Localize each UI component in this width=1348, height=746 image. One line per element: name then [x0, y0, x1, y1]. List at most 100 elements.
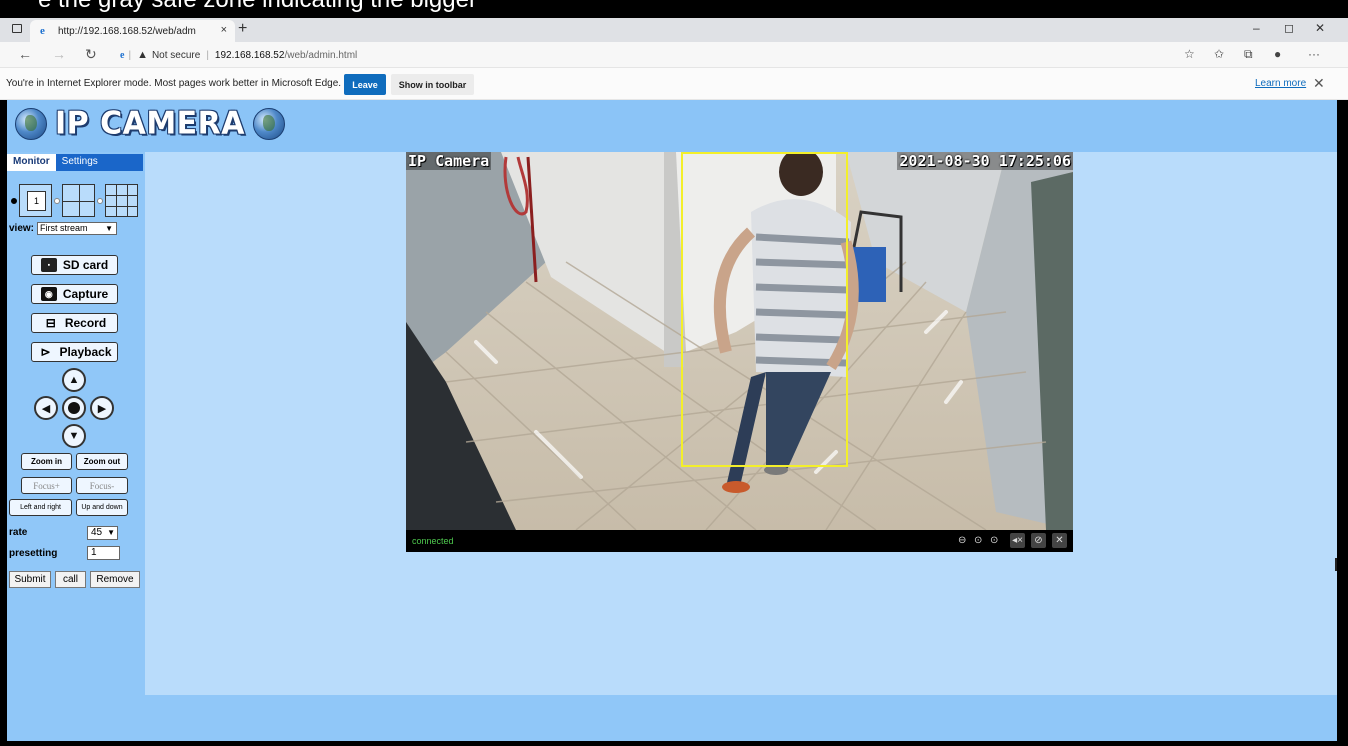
cropped-caption-strip: e the gray safe zone indicating the bigg…: [0, 0, 1348, 18]
record-button[interactable]: ⊟ Record: [31, 313, 118, 333]
tab-close-icon[interactable]: ×: [221, 24, 227, 36]
layout-4-icon[interactable]: [62, 184, 95, 217]
presetting-label: presetting: [9, 548, 58, 559]
camera-web-page: IP CAMERA Monitor Settings 1 view: First…: [7, 100, 1337, 741]
chevron-down-icon: ▼: [105, 224, 114, 233]
motion-detection-box: [681, 152, 848, 467]
tab-actions-icon[interactable]: [12, 24, 22, 33]
layout-1-icon[interactable]: 1: [19, 184, 52, 217]
logo-text: IP CAMERA: [55, 105, 245, 142]
tab-title: http://192.168.168.52/web/adm: [58, 25, 196, 37]
connection-status: connected: [412, 536, 454, 546]
close-infobar-icon[interactable]: ✕: [1313, 75, 1325, 92]
arrow-left-icon: ◀: [41, 402, 51, 415]
globe-icon: [15, 107, 47, 140]
profile-icon[interactable]: ●: [1274, 47, 1281, 61]
layout-selector: 1: [9, 184, 138, 217]
globe-icon: [253, 107, 285, 140]
cursor-mark: [1335, 558, 1337, 571]
learn-more-link[interactable]: Learn more: [1255, 78, 1306, 89]
back-arrow-icon[interactable]: ←: [18, 46, 32, 62]
presetting-input[interactable]: 1: [87, 546, 120, 560]
arrow-up-icon: ▲: [68, 374, 80, 386]
video-player[interactable]: IP Camera 2021-08-30 17:25:06 connected …: [406, 152, 1073, 552]
zoom-out-button[interactable]: Zoom out: [76, 453, 128, 470]
sd-card-icon: ▪: [40, 258, 57, 272]
layout-9-icon[interactable]: [105, 184, 138, 217]
tab-monitor[interactable]: Monitor: [7, 154, 56, 171]
mic-off-icon[interactable]: ⊘: [1031, 533, 1046, 548]
capture-button[interactable]: ◉ Capture: [31, 284, 118, 304]
ptz-up-button[interactable]: ▲: [62, 368, 86, 392]
reader-icon[interactable]: ☆: [1184, 47, 1195, 61]
url-path: /web/admin.html: [284, 49, 358, 61]
screen: e the gray safe zone indicating the bigg…: [0, 0, 1348, 746]
zoom-minus-icon[interactable]: ⊖: [958, 533, 966, 548]
logo-bar: IP CAMERA: [7, 100, 1337, 152]
layout-9-radio[interactable]: [97, 197, 103, 204]
view-row: view: First stream ▼: [9, 222, 118, 235]
sd-card-button[interactable]: ▪ SD card: [31, 255, 118, 275]
new-tab-button[interactable]: +: [238, 20, 247, 38]
zoom-reset-icon[interactable]: ⊙: [974, 533, 982, 548]
more-menu-icon[interactable]: ···: [1308, 47, 1320, 61]
ptz-center-button[interactable]: [62, 396, 86, 420]
forward-arrow-icon: →: [52, 46, 66, 62]
logo: IP CAMERA: [15, 105, 285, 142]
cropped-caption-text: e the gray safe zone indicating the bigg…: [38, 0, 477, 14]
ptz-left-button[interactable]: ◀: [34, 396, 58, 420]
layout-4-radio[interactable]: [54, 197, 60, 204]
camera-icon: ◉: [40, 287, 57, 301]
address-bar[interactable]: e | ▲ Not secure | 192.168.168.52/web/ad…: [120, 46, 357, 64]
zoom-plus-icon[interactable]: ⊙: [990, 533, 998, 548]
arrow-down-icon: ▼: [68, 430, 80, 442]
browser-tab-bar: e http://192.168.168.52/web/adm × + – ◻ …: [0, 18, 1348, 42]
settings-tool-icon[interactable]: ✕: [1052, 533, 1067, 548]
security-label: Not secure: [151, 49, 201, 61]
layout-1-radio[interactable]: [11, 197, 17, 204]
playback-button[interactable]: ⊳ Playback: [31, 342, 118, 362]
bottom-border: [0, 741, 1348, 746]
ie-mode-infobar: You're in Internet Explorer mode. Most p…: [0, 68, 1348, 100]
video-control-bar: connected ⊖ ⊙ ⊙ ◂× ⊘ ✕: [406, 530, 1073, 552]
minimize-button[interactable]: –: [1253, 21, 1260, 35]
chevron-down-icon: ▼: [107, 528, 115, 537]
stream-select[interactable]: First stream ▼: [37, 222, 118, 235]
rate-label: rate: [9, 527, 28, 538]
warning-icon: ▲: [137, 49, 148, 61]
favorites-icon[interactable]: ✩: [1214, 47, 1224, 61]
submit-button[interactable]: Submit: [9, 571, 51, 588]
ie-mode-icon[interactable]: e: [120, 50, 124, 61]
url-host: 192.168.168.52: [214, 49, 285, 61]
call-button[interactable]: call: [55, 571, 86, 588]
tab-settings[interactable]: Settings: [55, 154, 104, 171]
zoom-in-button[interactable]: Zoom in: [21, 453, 72, 470]
show-in-toolbar-button[interactable]: Show in toolbar: [391, 74, 474, 95]
browser-tab[interactable]: e http://192.168.168.52/web/adm ×: [30, 20, 235, 42]
view-label: view:: [9, 223, 35, 234]
refresh-icon[interactable]: ↻: [85, 46, 97, 63]
close-window-button[interactable]: ✕: [1315, 21, 1325, 35]
osd-timestamp: 2021-08-30 17:25:06: [897, 152, 1073, 170]
collections-icon[interactable]: ⧉: [1244, 47, 1253, 62]
maximize-button[interactable]: ◻: [1284, 21, 1294, 35]
camera-feed: IP Camera 2021-08-30 17:25:06: [406, 152, 1073, 530]
remove-button[interactable]: Remove: [90, 571, 140, 588]
stop-icon: [68, 402, 80, 414]
ie-icon: e: [40, 25, 45, 37]
focus-minus-button[interactable]: Focus-: [76, 477, 128, 494]
address-bar-row: ← → ↻ e | ▲ Not secure | 192.168.168.52/…: [0, 42, 1348, 68]
osd-camera-name: IP Camera: [406, 152, 492, 170]
focus-plus-button[interactable]: Focus+: [21, 477, 72, 494]
play-circle-icon: ⊳: [40, 345, 51, 359]
ptz-right-button[interactable]: ▶: [90, 396, 114, 420]
mute-icon[interactable]: ◂×: [1010, 533, 1025, 548]
leave-button[interactable]: Leave: [344, 74, 386, 95]
ptz-down-button[interactable]: ▼: [62, 424, 86, 448]
sidebar: Monitor Settings 1 view: First stream ▼: [7, 152, 145, 741]
ie-mode-message: You're in Internet Explorer mode. Most p…: [6, 78, 342, 89]
up-and-down-button[interactable]: Up and down: [76, 499, 128, 516]
rate-select[interactable]: 45 ▼: [87, 526, 118, 540]
left-and-right-button[interactable]: Left and right: [9, 499, 72, 516]
arrow-right-icon: ▶: [97, 402, 107, 415]
